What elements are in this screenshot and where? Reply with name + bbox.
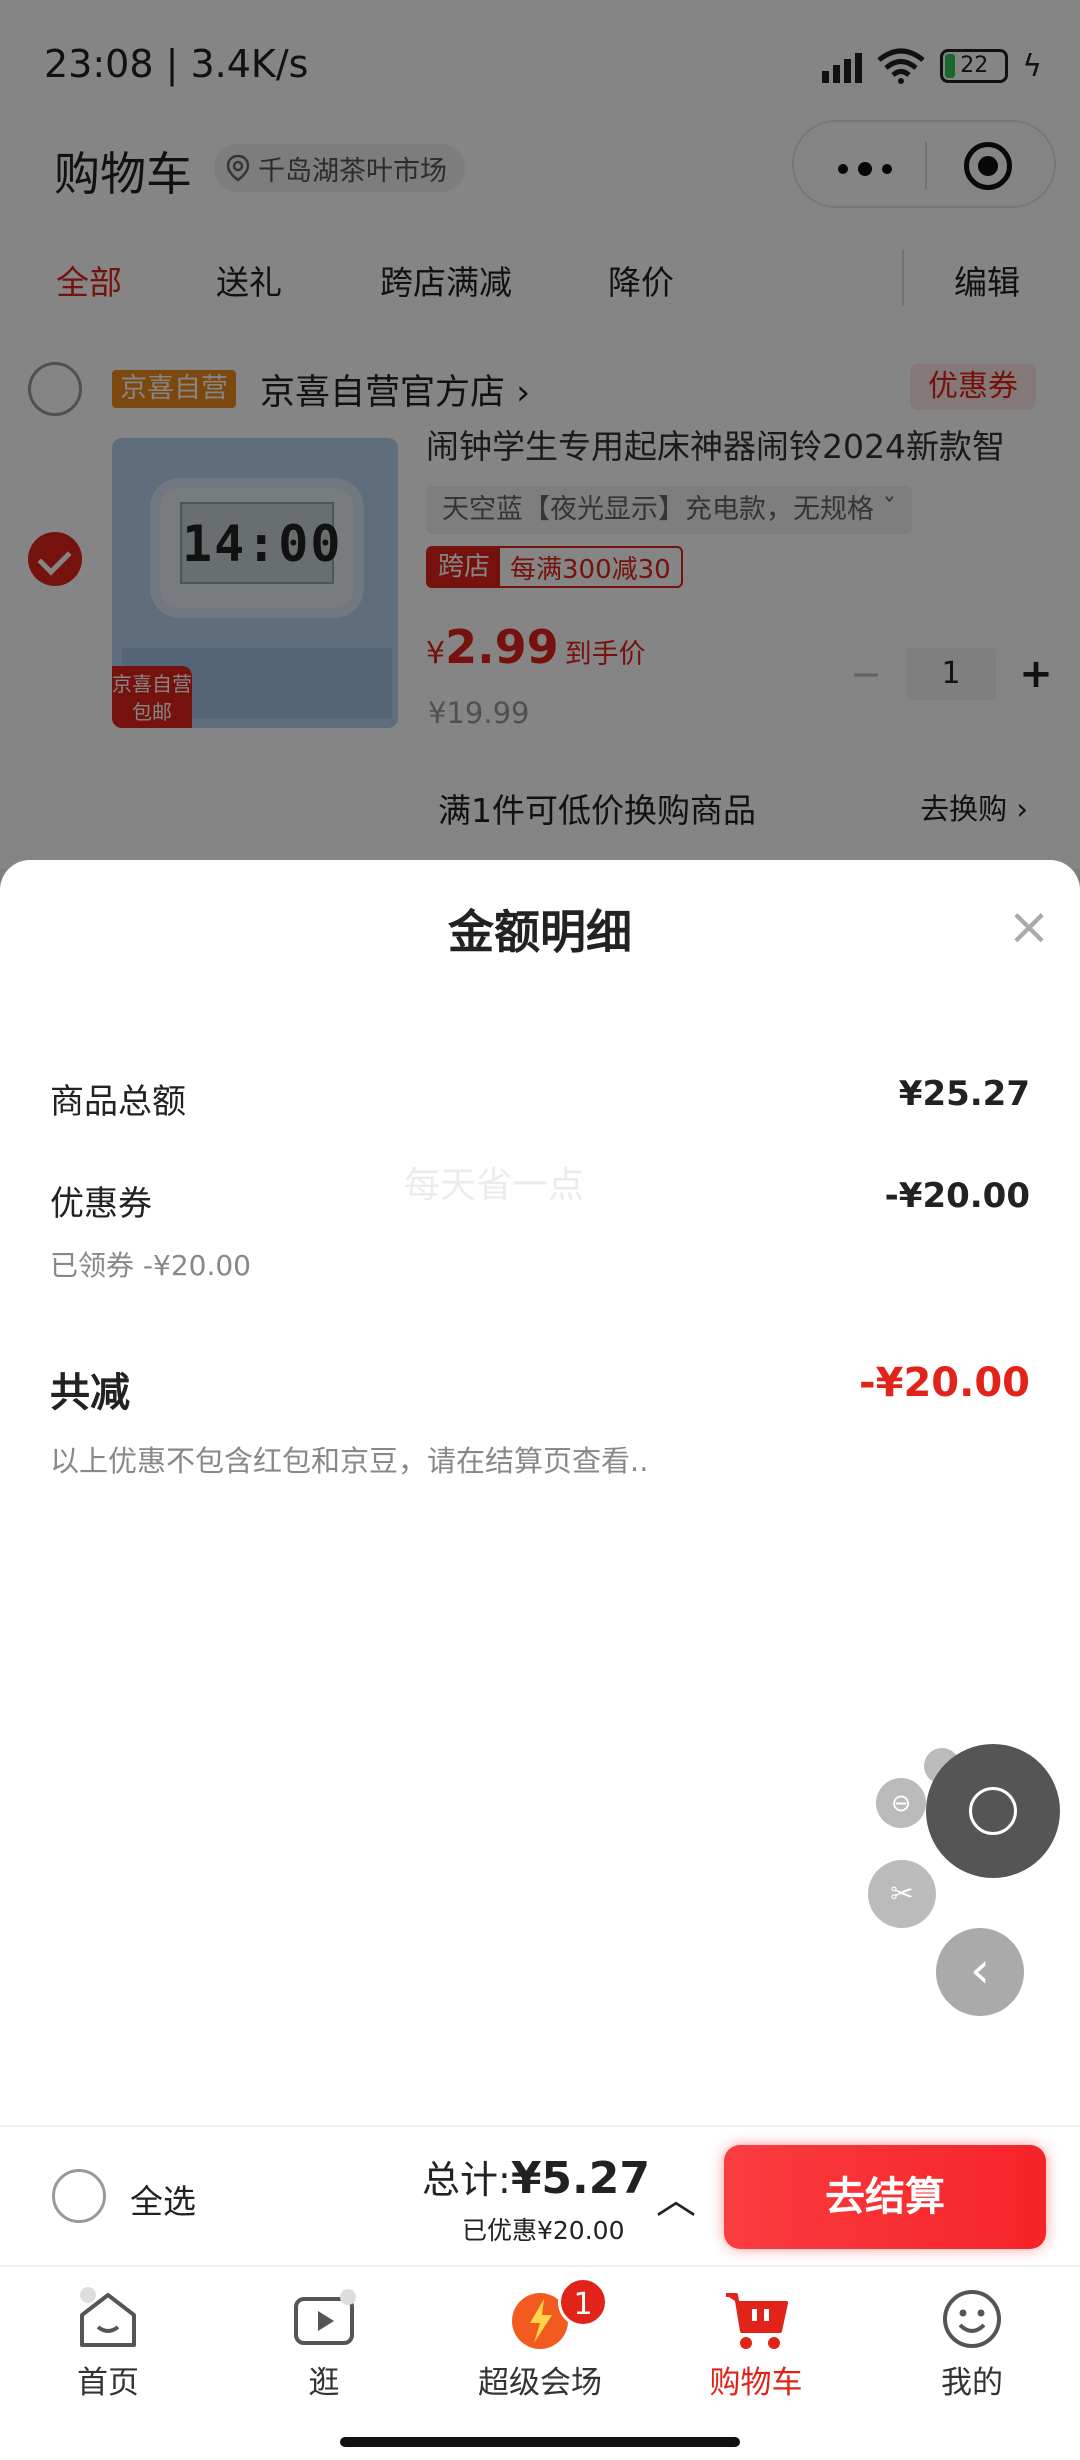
watermark: 每天省一点 xyxy=(404,1165,585,1206)
checkout-bar: 全选 总计:¥5.27 已优惠¥20.00 ︿ 去结算 xyxy=(0,2125,1080,2265)
total-discount-label: 共减 xyxy=(50,1370,130,1416)
saved-amount: 已优惠¥20.00 xyxy=(462,2216,625,2245)
debug-scissors-icon[interactable]: ✂ xyxy=(868,1860,936,1928)
goods-total-value: ¥25.27 xyxy=(898,1074,1030,1114)
floating-back-icon[interactable]: ‹ xyxy=(936,1928,1024,2016)
tab-label: 购物车 xyxy=(709,2365,803,2401)
coupon-value: -¥20.00 xyxy=(884,1176,1030,1216)
close-icon[interactable]: × xyxy=(1002,900,1056,954)
select-all-label[interactable]: 全选 xyxy=(130,2175,196,2223)
home-icon xyxy=(80,2287,136,2347)
cart-icon xyxy=(726,2293,788,2349)
tab-bar: 首页 逛 1 超级会场 购物车 我的 xyxy=(0,2265,1080,2415)
tab-home[interactable]: 首页 xyxy=(0,2267,216,2417)
total-price: 总计:¥5.27 xyxy=(422,2149,650,2204)
tab-super-venue[interactable]: 1 超级会场 xyxy=(432,2267,648,2417)
tab-label: 超级会场 xyxy=(478,2365,602,2401)
video-play-icon xyxy=(294,2289,356,2345)
home-indicator xyxy=(0,2415,1080,2460)
total-prefix: 总计: xyxy=(422,2158,511,2202)
tab-cart[interactable]: 购物车 xyxy=(648,2267,864,2417)
discount-note: 以上优惠不包含红包和京豆，请在结算页查看.. xyxy=(50,1444,649,1478)
tab-label: 逛 xyxy=(308,2365,340,2401)
chevron-up-icon[interactable]: ︿ xyxy=(656,2167,696,2225)
select-all-checkbox[interactable] xyxy=(52,2169,106,2223)
checkout-button[interactable]: 去结算 xyxy=(724,2145,1046,2249)
coupon-sub-text: 已领券 -¥20.00 xyxy=(50,1249,251,1282)
goods-total-label: 商品总额 xyxy=(50,1082,186,1122)
total-discount-value: -¥20.00 xyxy=(859,1360,1030,1406)
tab-browse[interactable]: 逛 xyxy=(216,2267,432,2417)
amount-detail-sheet: 金额明细 × 商品总额 ¥25.27 优惠券 -¥20.00 已领券 -¥20.… xyxy=(0,860,1080,2125)
tab-mine[interactable]: 我的 xyxy=(864,2267,1080,2417)
total-amount: ¥5.27 xyxy=(510,2153,650,2204)
tab-label: 首页 xyxy=(77,2365,139,2401)
profile-smile-icon xyxy=(943,2290,1001,2348)
tab-label: 我的 xyxy=(941,2365,1003,2401)
coupon-label: 优惠券 xyxy=(50,1184,152,1224)
floating-record-button[interactable] xyxy=(926,1744,1060,1878)
super-venue-badge: 1 xyxy=(558,2277,608,2327)
sheet-title: 金额明细 xyxy=(448,905,632,959)
debug-lock-icon[interactable]: ⊖ xyxy=(876,1778,926,1828)
